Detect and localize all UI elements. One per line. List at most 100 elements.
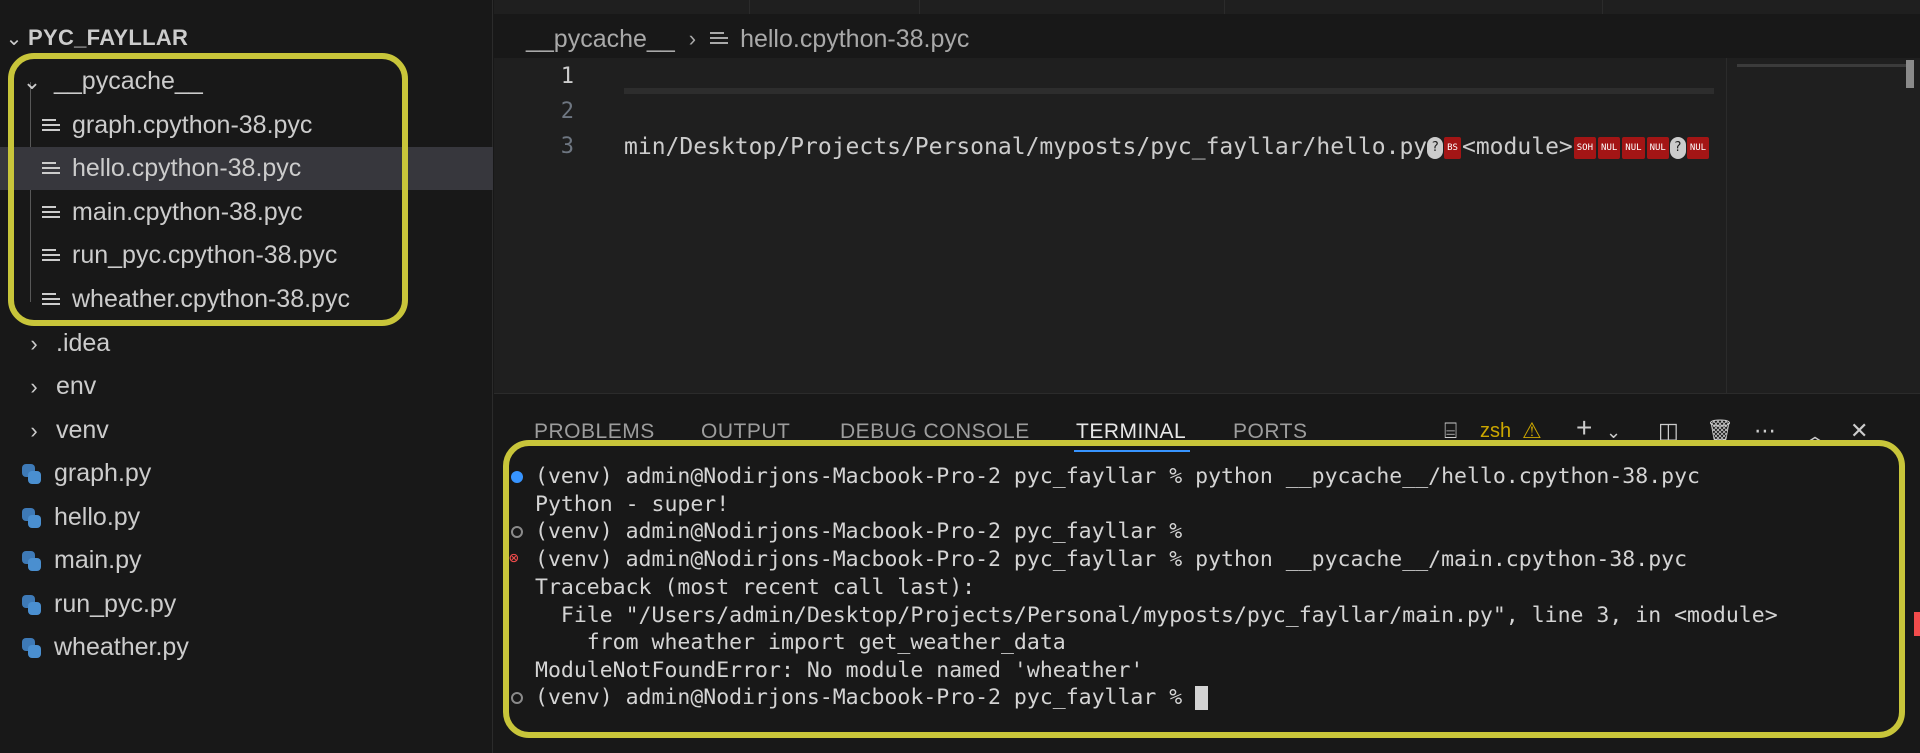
maximize-icon[interactable]: ︿ — [1804, 418, 1826, 450]
file-lines-icon — [710, 31, 729, 47]
python-icon — [20, 594, 42, 616]
warning-icon[interactable]: ⚠ — [1522, 418, 1542, 444]
tab-debug-console[interactable]: DEBUG CONSOLE — [840, 420, 1030, 444]
breadcrumb-folder[interactable]: __pycache__ — [526, 25, 675, 54]
file-lines-icon — [42, 205, 60, 221]
code-editor[interactable]: 1 2 3 min/Desktop/Projects/Personal/mypo… — [494, 58, 1726, 393]
chevron-down-icon: ⌄ — [5, 27, 23, 50]
command-neutral-icon — [511, 526, 523, 538]
tree-file-graph-py[interactable]: graph.py — [0, 452, 493, 495]
terminal-output[interactable]: (venv) admin@Nodirjons-Macbook-Pro-2 pyc… — [494, 464, 1920, 753]
terminal-line: ModuleNotFoundError: No module named 'wh… — [535, 658, 1144, 683]
minimap-content — [1737, 64, 1907, 67]
tree-folder-pycache[interactable]: ⌄ __pycache__ — [0, 60, 493, 103]
control-char-nul: NUL — [1598, 136, 1621, 159]
trash-icon[interactable]: 🗑 — [1706, 418, 1734, 444]
tab-terminal[interactable]: TERMINAL — [1076, 420, 1186, 444]
terminal-line: (venv) admin@Nodirjons-Macbook-Pro-2 pyc… — [535, 464, 1700, 489]
minimap[interactable] — [1726, 58, 1920, 393]
terminal-line: (venv) admin@Nodirjons-Macbook-Pro-2 pyc… — [535, 547, 1688, 572]
terminal-line: Traceback (most recent call last): — [535, 575, 976, 600]
chevron-right-icon: › — [30, 330, 38, 356]
tab-divider — [1224, 0, 1225, 14]
python-icon — [20, 507, 42, 529]
file-lines-icon — [42, 248, 60, 264]
python-icon — [20, 637, 42, 659]
dropdown-icon[interactable]: ⌄ — [1606, 422, 1621, 443]
error-decoration — [1914, 612, 1920, 636]
terminal-cursor — [1195, 686, 1209, 710]
tree-item-label: main.py — [54, 546, 142, 574]
tree-file-wheather-pyc[interactable]: wheather.cpython-38.pyc — [0, 278, 493, 321]
terminal-prompt: (venv) admin@Nodirjons-Macbook-Pro-2 pyc… — [535, 685, 1196, 710]
tree-file-hello-pyc[interactable]: hello.cpython-38.pyc — [0, 147, 493, 190]
replacement-char: ? — [1427, 136, 1444, 159]
explorer-sidebar: ⌄ PYC_FAYLLAR ⌄ __pycache__ graph.cpytho… — [0, 0, 493, 753]
more-icon[interactable]: ⋯ — [1754, 418, 1776, 444]
python-icon — [20, 463, 42, 485]
tab-ports[interactable]: PORTS — [1233, 420, 1307, 444]
line-number: 3 — [560, 134, 574, 159]
tree-file-wheather-py[interactable]: wheather.py — [0, 626, 493, 669]
breadcrumb-file[interactable]: hello.cpython-38.pyc — [740, 25, 969, 54]
chevron-right-icon: › — [30, 373, 38, 399]
tree-file-graph-pyc[interactable]: graph.cpython-38.pyc — [0, 104, 493, 147]
line-number: 1 — [560, 64, 574, 89]
replacement-char: ? — [1669, 136, 1686, 159]
editor-tab-strip — [494, 0, 1920, 14]
explorer-root[interactable]: ⌄ PYC_FAYLLAR — [0, 20, 188, 56]
tree-file-run-pyc-pyc[interactable]: run_pyc.cpython-38.pyc — [0, 234, 493, 277]
tree-folder-env[interactable]: › env — [0, 365, 493, 408]
vertical-scrollbar-thumb[interactable] — [1906, 60, 1914, 88]
tree-folder-venv[interactable]: › venv — [0, 409, 493, 452]
tab-output[interactable]: OUTPUT — [701, 420, 790, 444]
control-char-bs: BS — [1444, 136, 1461, 159]
tree-item-label: graph.py — [54, 459, 152, 487]
split-icon[interactable]: ◫ — [1658, 418, 1679, 444]
tab-problems[interactable]: PROBLEMS — [534, 420, 655, 444]
tree-item-label: env — [56, 372, 97, 400]
horizontal-scrollbar[interactable] — [624, 88, 1714, 94]
code-line-3: min/Desktop/Projects/Personal/myposts/py… — [624, 134, 1724, 160]
code-module: <module> — [1461, 134, 1573, 160]
bottom-panel: PROBLEMS OUTPUT DEBUG CONSOLE TERMINAL P… — [494, 393, 1920, 753]
tree-item-label: run_pyc.py — [54, 590, 177, 618]
control-char-nul: NUL — [1646, 136, 1669, 159]
tree-item-label: .idea — [56, 329, 111, 357]
active-tab-indicator — [1074, 450, 1190, 452]
explorer-root-label: PYC_FAYLLAR — [28, 25, 189, 50]
control-char-soh: SOH — [1573, 136, 1597, 159]
breadcrumb: __pycache__ › hello.cpython-38.pyc — [526, 20, 969, 58]
tree-file-main-pyc[interactable]: main.cpython-38.pyc — [0, 191, 493, 234]
chevron-right-icon: › — [30, 417, 38, 443]
tree-item-label: wheather.cpython-38.pyc — [72, 285, 350, 313]
python-icon — [20, 550, 42, 572]
tree-item-label: graph.cpython-38.pyc — [72, 111, 313, 139]
tree-item-label: __pycache__ — [54, 67, 203, 95]
terminal-prompt-line: (venv) admin@Nodirjons-Macbook-Pro-2 pyc… — [535, 685, 1209, 710]
tree-file-main-py[interactable]: main.py — [0, 539, 493, 582]
shell-label[interactable]: zsh — [1480, 420, 1511, 443]
code-path: min/Desktop/Projects/Personal/myposts/py… — [624, 134, 1428, 160]
tree-folder-idea[interactable]: › .idea — [0, 322, 493, 365]
tree-item-label: run_pyc.cpython-38.pyc — [72, 241, 338, 269]
tree-file-hello-py[interactable]: hello.py — [0, 496, 493, 539]
tree-item-label: hello.py — [54, 503, 141, 531]
add-icon[interactable]: + — [1576, 412, 1592, 444]
file-lines-icon — [42, 118, 60, 134]
tree-item-label: venv — [56, 416, 109, 444]
tree-item-label: wheather.py — [54, 633, 189, 661]
control-char-nul: NUL — [1686, 136, 1710, 159]
tree-file-run-pyc-py[interactable]: run_pyc.py — [0, 583, 493, 626]
tab-divider — [749, 0, 750, 14]
close-icon[interactable]: ✕ — [1850, 418, 1868, 444]
terminal-icon[interactable]: ⌸ — [1444, 418, 1457, 444]
command-error-icon: ⊗ — [509, 548, 519, 567]
command-success-icon — [511, 471, 523, 483]
terminal-line: File "/Users/admin/Desktop/Projects/Pers… — [535, 603, 1778, 628]
line-number: 2 — [560, 99, 574, 124]
control-char-nul: NUL — [1622, 136, 1645, 159]
command-neutral-icon — [511, 692, 523, 704]
terminal-line: (venv) admin@Nodirjons-Macbook-Pro-2 pyc… — [535, 519, 1183, 544]
chevron-down-icon: ⌄ — [22, 68, 42, 94]
